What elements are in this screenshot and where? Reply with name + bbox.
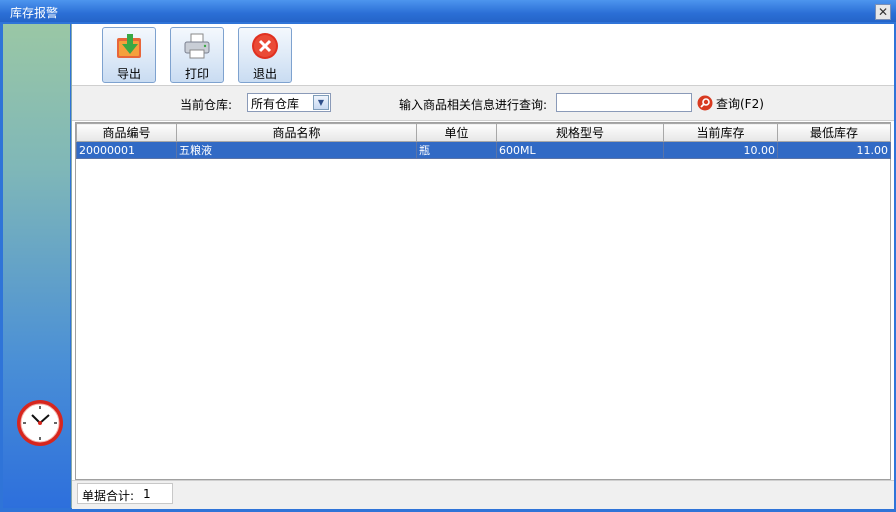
record-count-box: 单据合计: 1 [77,483,173,504]
title-bar: 库存报警 ✕ [0,0,896,22]
chevron-down-icon[interactable]: ▼ [313,95,329,110]
export-button[interactable]: 导出 [102,27,156,83]
record-count-label: 单据合计: [82,489,135,503]
record-count-value: 1 [143,487,151,501]
toolbar: 导出 打印 退出 [72,24,894,86]
min-stock-cell: 11.00 [777,141,891,159]
column-header[interactable]: 规格型号 [496,123,664,142]
export-icon [117,34,141,58]
product-name-cell: 五粮液 [176,141,417,159]
spec-cell: 600ML [496,141,664,159]
main-content: 导出 打印 退出 当前仓库: 所有仓库 ▼ 输入商品相关信息进行查询: 查询(F… [71,24,894,509]
exit-icon [252,33,278,59]
product-code-cell: 20000001 [76,141,177,159]
export-label: 导出 [116,67,141,81]
app-window: 库存报警 ✕ 导出 打印 退出 当前仓库: 所有仓库 ▼ 输入商品相关信息进行查… [0,0,896,512]
column-header[interactable]: 商品编号 [76,123,177,142]
warehouse-label: 当前仓库: [180,98,233,112]
query-label: 查询(F2) [716,96,764,111]
search-input[interactable] [556,93,692,112]
status-bar: 单据合计: 1 [72,480,894,509]
window-close-button[interactable]: ✕ [875,4,891,20]
inventory-grid[interactable]: 商品编号 商品名称 单位 规格型号 当前库存 最低库存 20000001 五粮液… [75,122,891,480]
column-header[interactable]: 最低库存 [777,123,891,142]
alarm-clock-icon [17,400,63,446]
column-header[interactable]: 单位 [416,123,497,142]
warehouse-select-value: 所有仓库 [251,97,300,111]
current-stock-cell: 10.00 [663,141,778,159]
warehouse-select[interactable]: 所有仓库 ▼ [247,93,331,112]
column-header[interactable]: 当前库存 [663,123,778,142]
column-header[interactable]: 商品名称 [176,123,417,142]
printer-icon [184,33,210,59]
search-icon [697,95,713,111]
exit-label: 退出 [252,67,277,81]
unit-cell: 瓶 [416,141,497,159]
table-header-row: 商品编号 商品名称 单位 规格型号 当前库存 最低库存 [76,123,891,142]
print-button[interactable]: 打印 [170,27,224,83]
query-button[interactable]: 查询(F2) [697,94,764,112]
window-title: 库存报警 [10,6,59,20]
filter-bar: 当前仓库: 所有仓库 ▼ 输入商品相关信息进行查询: 查询(F2) [72,86,894,121]
table-row[interactable]: 20000001 五粮液 瓶 600ML 10.00 11.00 [76,141,891,159]
left-side-panel [3,24,70,508]
search-label: 输入商品相关信息进行查询: [399,98,548,112]
exit-button[interactable]: 退出 [238,27,292,83]
inventory-table: 商品编号 商品名称 单位 规格型号 当前库存 最低库存 20000001 五粮液… [76,123,891,159]
print-label: 打印 [184,67,209,81]
